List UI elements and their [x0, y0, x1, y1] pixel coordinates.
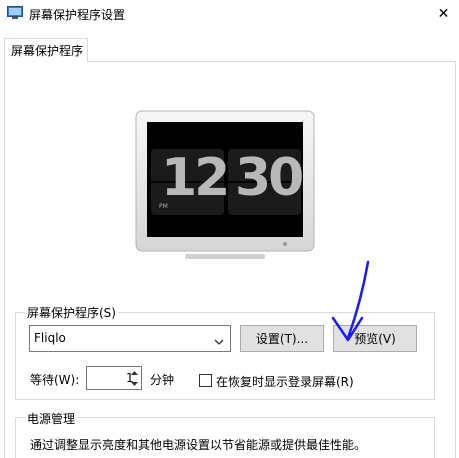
- screensaver-preview-monitor: 12 30 PM: [135, 110, 315, 260]
- spinner-down-icon[interactable]: [128, 379, 140, 389]
- power-group-label: 电源管理: [25, 410, 78, 427]
- window-title: 屏幕保护程序设置: [29, 8, 126, 22]
- screensaver-select[interactable]: Fliqlo: [29, 325, 231, 352]
- title-bar: 屏幕保护程序设置 ✕: [0, 0, 459, 30]
- resume-logon-label[interactable]: 在恢复时显示登录屏幕(R): [216, 373, 354, 390]
- preview-button[interactable]: 预览(V): [333, 325, 417, 352]
- wait-label: 等待(W):: [30, 373, 80, 387]
- close-button[interactable]: ✕: [428, 0, 459, 28]
- resume-logon-checkbox[interactable]: [199, 374, 212, 387]
- screensaver-select-value: Fliqlo: [34, 331, 66, 345]
- display-settings-icon: [7, 6, 23, 20]
- clock-hour: 12: [161, 148, 230, 208]
- clock-minute: 30: [235, 148, 304, 208]
- chevron-down-icon: [214, 335, 224, 349]
- close-icon: ✕: [437, 6, 450, 22]
- tab-label: 屏幕保护程序: [11, 44, 84, 58]
- wait-unit: 分钟: [150, 373, 175, 387]
- spinner-up-icon[interactable]: [128, 368, 140, 378]
- power-description: 通过调整显示亮度和其他电源设置以节省能源或提供最佳性能。: [30, 438, 367, 452]
- tab-screensaver[interactable]: 屏幕保护程序: [4, 38, 88, 62]
- wait-spinner[interactable]: 1: [86, 366, 142, 390]
- screensaver-group-label: 屏幕保护程序(S): [25, 304, 118, 321]
- settings-button[interactable]: 设置(T)...: [240, 325, 324, 352]
- clock-period: PM: [159, 203, 168, 210]
